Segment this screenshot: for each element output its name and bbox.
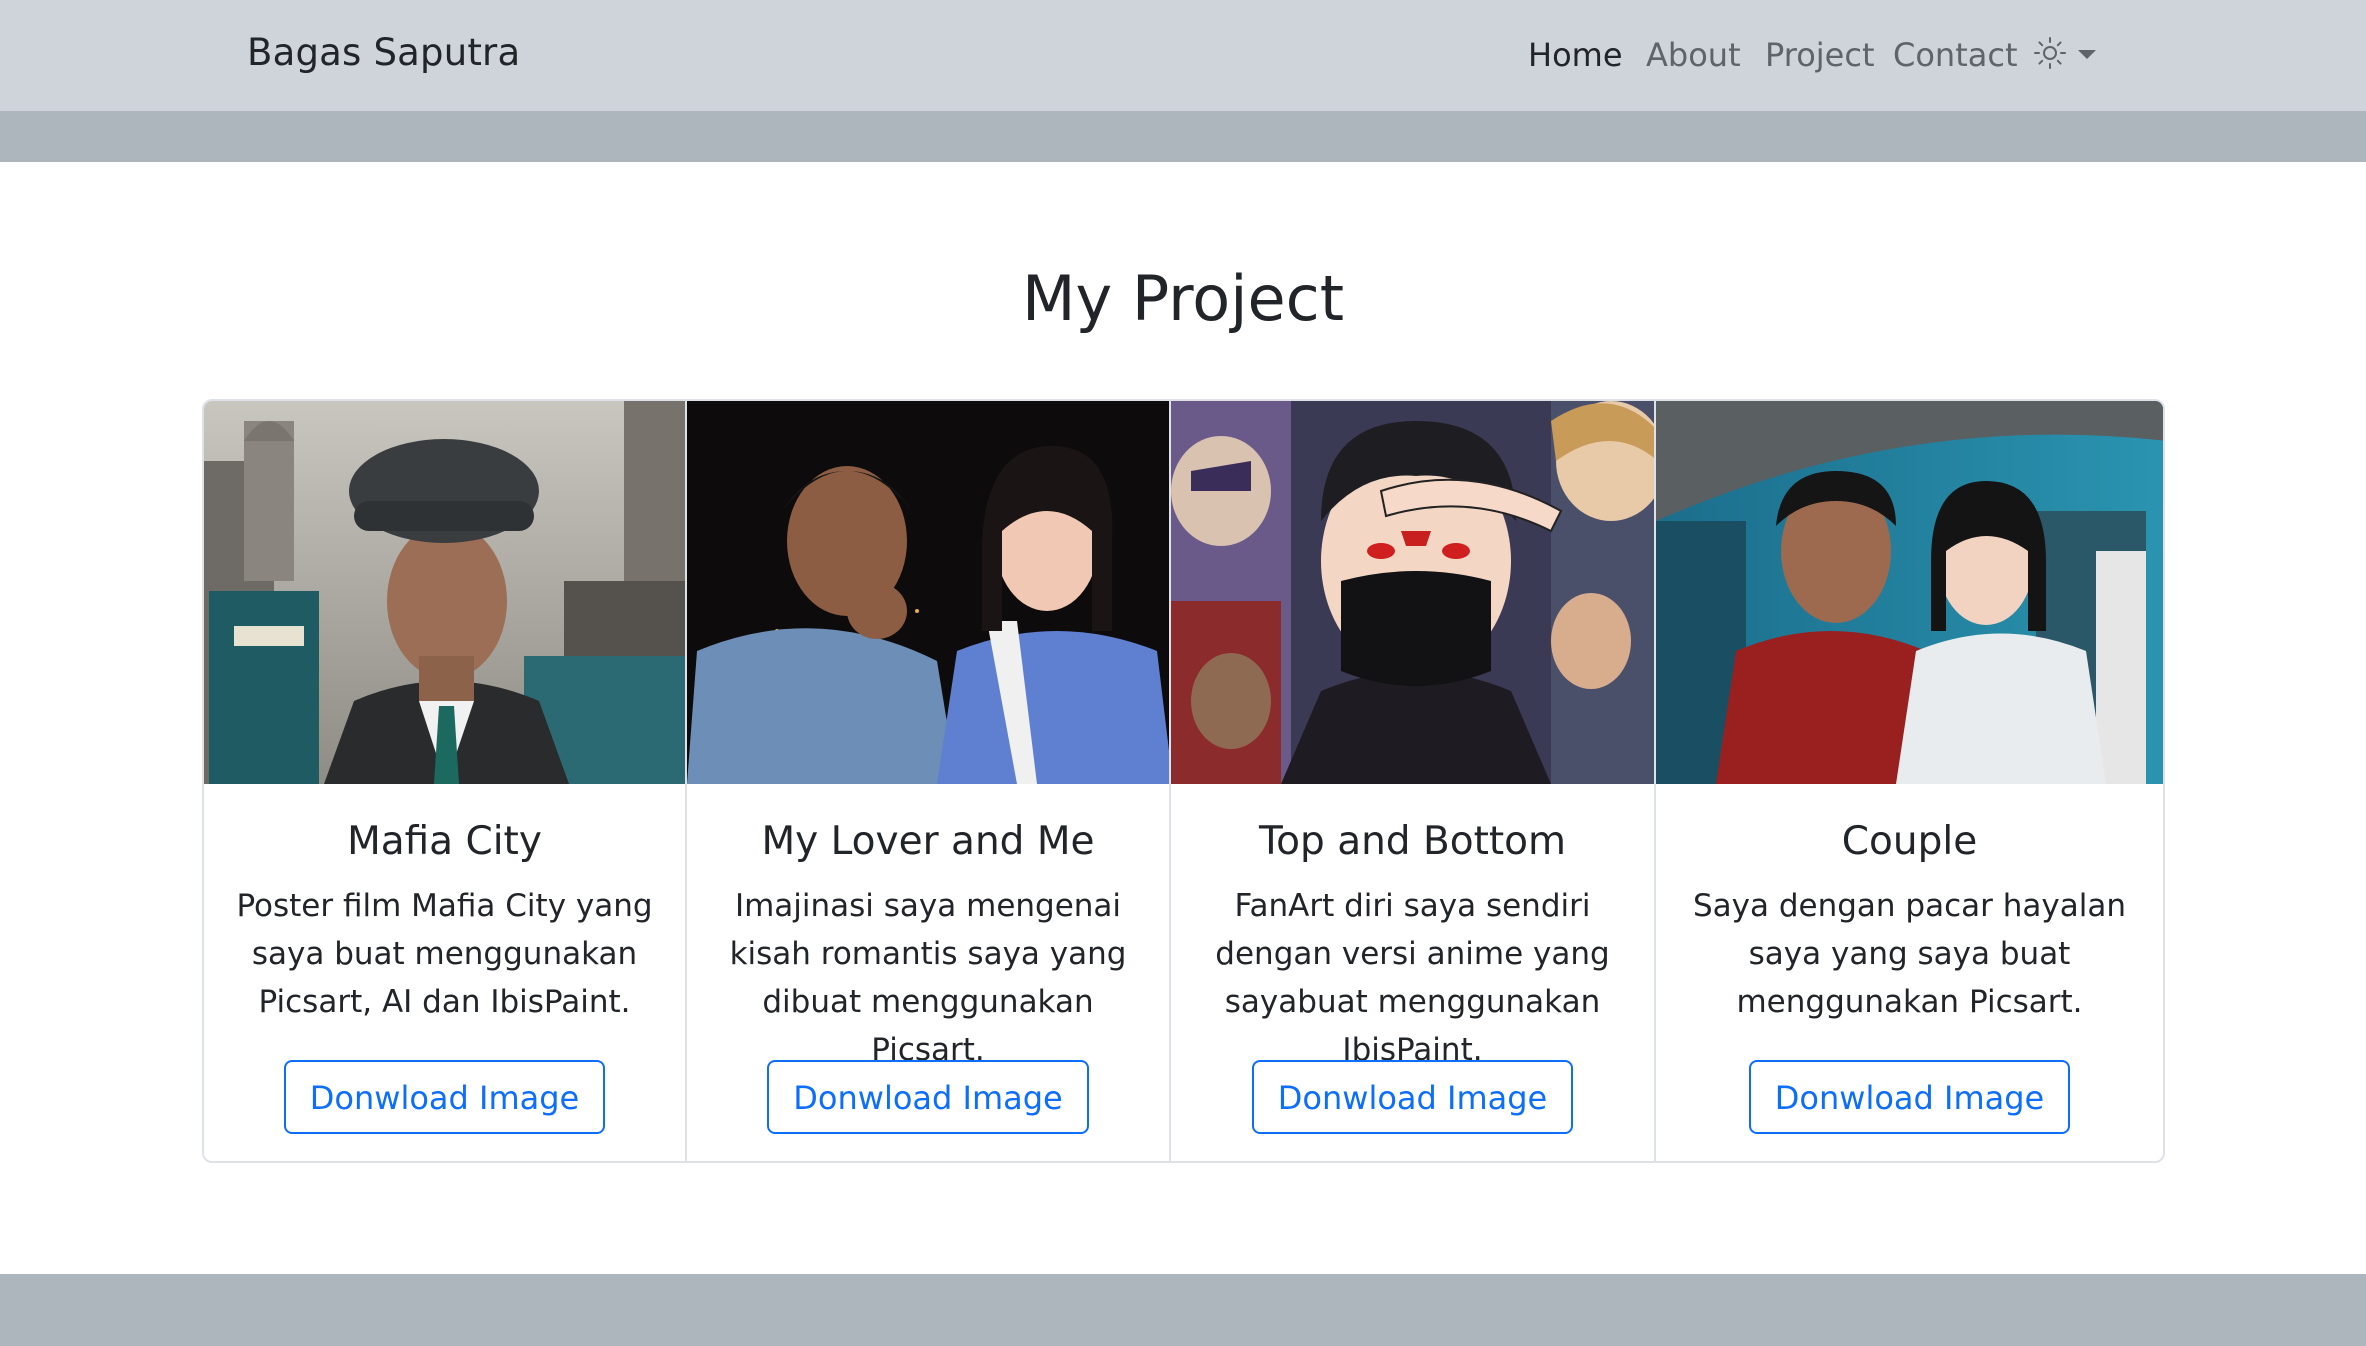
footer-band bbox=[0, 1274, 2366, 1346]
download-image-button[interactable]: Donwload Image bbox=[1748, 1060, 2071, 1134]
page-title: My Project bbox=[1021, 262, 1345, 335]
nav-link-home[interactable]: Home bbox=[1528, 36, 1623, 74]
card-text: FanArt diri saya sendiri dengan versi an… bbox=[1215, 888, 1610, 1068]
download-image-button[interactable]: Donwload Image bbox=[1251, 1060, 1574, 1134]
header-band bbox=[0, 111, 2366, 162]
navbar-brand[interactable]: Bagas Saputra bbox=[247, 31, 520, 74]
project-card-couple: Couple Saya dengan pacar hayalan saya ya… bbox=[1654, 399, 2165, 1163]
card-image-mafia-city bbox=[204, 401, 685, 784]
download-image-button[interactable]: Donwload Image bbox=[767, 1060, 1089, 1134]
card-image-my-lover-and-me bbox=[687, 401, 1169, 784]
nav-link-project[interactable]: Project bbox=[1765, 36, 1874, 74]
card-image-couple bbox=[1656, 401, 2163, 784]
navbar: Bagas Saputra Home About Project Contact bbox=[0, 0, 2366, 111]
nav-link-contact[interactable]: Contact bbox=[1893, 36, 2018, 74]
card-title: Mafia City bbox=[347, 819, 542, 864]
card-text: Saya dengan pacar hayalan saya yang saya… bbox=[1692, 888, 2126, 1020]
card-title: Top and Bottom bbox=[1258, 819, 1567, 864]
card-text: Imajinasi saya mengenai kisah romantis s… bbox=[729, 888, 1127, 1068]
nav-link-about[interactable]: About bbox=[1646, 36, 1741, 74]
project-card-mafia-city: Mafia City Poster film Mafia City yang s… bbox=[202, 399, 687, 1163]
project-card-top-and-bottom: Top and Bottom FanArt diri saya sendiri … bbox=[1169, 399, 1656, 1163]
card-title: Couple bbox=[1841, 819, 1978, 864]
theme-toggle-dropdown[interactable] bbox=[2033, 36, 2097, 74]
sun-icon bbox=[2033, 36, 2067, 74]
card-image-top-and-bottom bbox=[1171, 401, 1654, 784]
download-image-button[interactable]: Donwload Image bbox=[283, 1060, 606, 1134]
card-text: Poster film Mafia City yang saya buat me… bbox=[236, 888, 653, 1020]
caret-down-icon bbox=[2077, 46, 2097, 65]
card-title: My Lover and Me bbox=[761, 819, 1095, 864]
project-card-my-lover-and-me: My Lover and Me Imajinasi saya mengenai … bbox=[685, 399, 1171, 1163]
